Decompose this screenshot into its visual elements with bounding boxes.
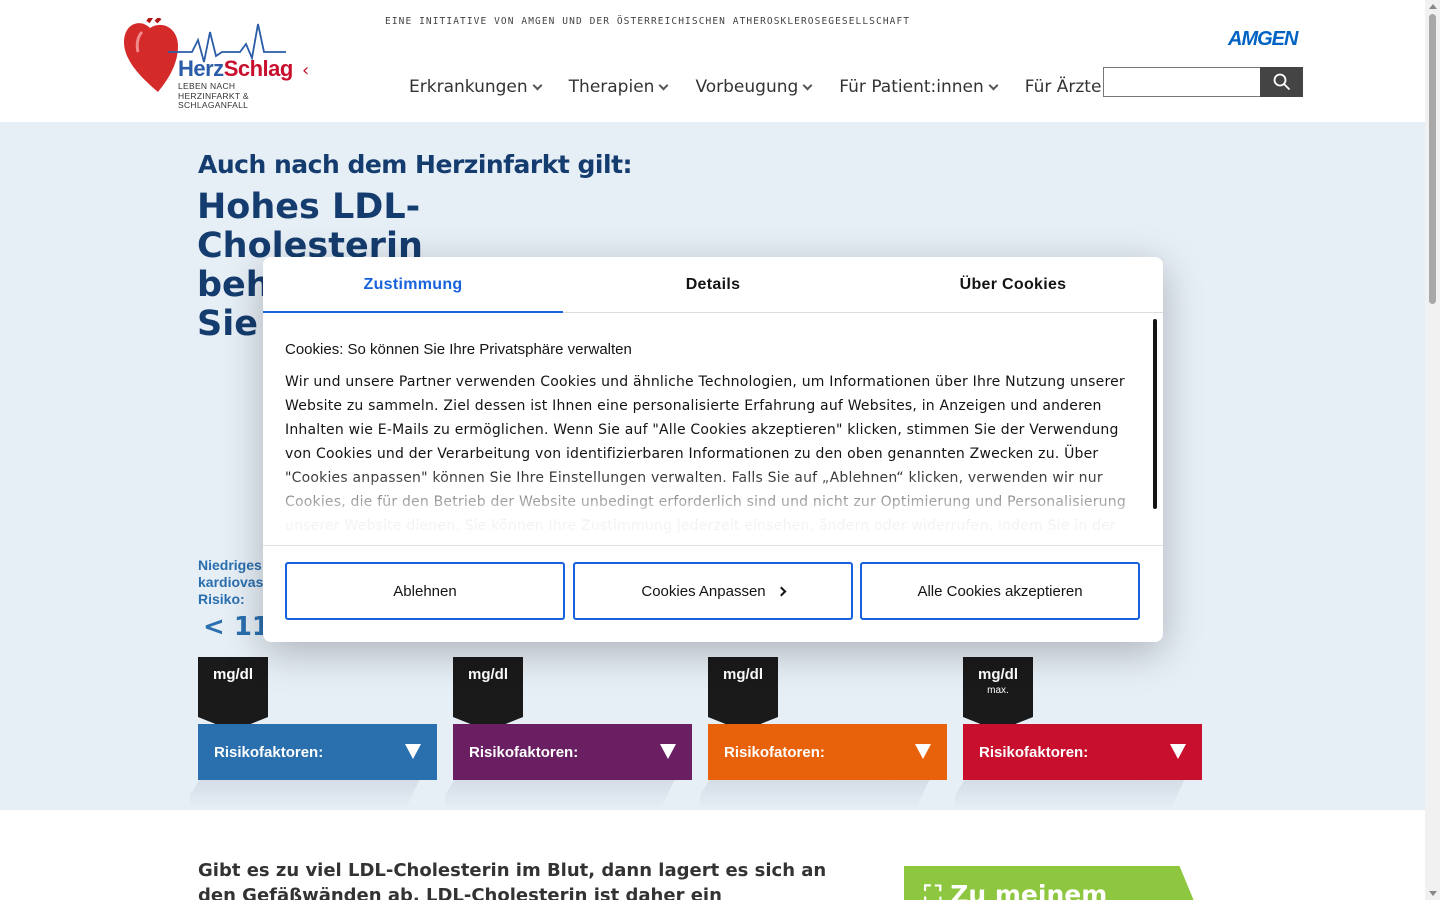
button-label: Ablehnen xyxy=(393,582,457,600)
card-shadow xyxy=(955,780,1185,810)
text-fade-overlay xyxy=(263,467,1143,545)
intro-text: Gibt es zu viel LDL-Cholesterin im Blut,… xyxy=(198,860,827,900)
button-label: Cookies Anpassen xyxy=(641,582,766,600)
nav-label: Für Ärzte xyxy=(1024,77,1102,97)
tab-zustimmung[interactable]: Zustimmung xyxy=(263,257,563,313)
risk-card-label: Risikofaktoren: xyxy=(214,743,324,761)
accept-all-cookies-button[interactable]: Alle Cookies akzeptieren xyxy=(860,562,1140,620)
nav-item-vorbeugung[interactable]: Vorbeugung xyxy=(681,74,825,100)
cookie-consent-dialog: Zustimmung Details Über Cookies Cookies:… xyxy=(263,257,1163,642)
triangle-down-icon xyxy=(1170,744,1186,759)
card-shadow xyxy=(700,780,930,810)
dialog-scrollbar[interactable] xyxy=(1153,319,1157,509)
amgen-logo[interactable]: AMGEN xyxy=(1228,28,1298,51)
chevron-down-icon xyxy=(802,80,813,90)
search-icon xyxy=(1273,73,1290,91)
tab-ueber-cookies[interactable]: Über Cookies xyxy=(863,257,1163,312)
nav-item-erkrankungen[interactable]: Erkrankungen xyxy=(395,74,555,100)
search-button[interactable] xyxy=(1260,67,1303,97)
cookie-tabs: Zustimmung Details Über Cookies xyxy=(263,257,1163,313)
nav-label: Therapien xyxy=(568,77,655,97)
risk-card-very-high[interactable]: Risikofaktoren: xyxy=(963,724,1202,780)
unit-badge-max: max. xyxy=(987,685,1009,696)
risk-card-label: Risikofatoren: xyxy=(724,743,825,761)
logo-wordmark-herz: Herz xyxy=(178,56,224,81)
triangle-down-icon xyxy=(405,744,421,759)
chevron-right-icon xyxy=(776,586,787,596)
logo-tagline-line: SCHLAGANFALL xyxy=(178,100,249,110)
risk-label-line: kardiovas xyxy=(198,574,264,590)
tab-details[interactable]: Details xyxy=(563,257,863,312)
triangle-down-icon xyxy=(915,744,931,759)
card-shadow xyxy=(190,780,420,810)
cta-label: Zu meinem xyxy=(950,880,1108,900)
page-scrollbar[interactable] xyxy=(1425,0,1440,900)
unit-badge: mg/dl xyxy=(708,657,778,731)
risk-card-label: Risikofaktoren: xyxy=(979,743,1089,761)
nav-label: Erkrankungen xyxy=(409,77,528,97)
calculator-icon: ⛶ xyxy=(924,880,942,900)
logo-wordmark-schlag: Schlag xyxy=(223,56,294,81)
reject-cookies-button[interactable]: Ablehnen xyxy=(285,562,565,620)
initiative-text: EINE INITIATIVE VON AMGEN UND DER ÖSTERR… xyxy=(385,16,911,27)
unit-badge-label: mg/dl xyxy=(723,666,763,683)
chevron-down-icon xyxy=(532,80,543,90)
nav-item-therapien[interactable]: Therapien xyxy=(555,74,682,100)
main-nav: Erkrankungen Therapien Vorbeugung Für Pa… xyxy=(395,74,1115,100)
hero-kicker: Auch nach dem Herzinfarkt gilt: xyxy=(198,150,633,179)
unit-badge: mg/dl xyxy=(198,657,268,731)
nav-item-fuer-patientinnen[interactable]: Für Patient:innen xyxy=(825,74,1010,100)
nav-item-fuer-aerzte[interactable]: Für Ärzte xyxy=(1011,74,1116,100)
customize-cookies-button[interactable]: Cookies Anpassen xyxy=(573,562,853,620)
risk-card-high[interactable]: Risikofatoren: xyxy=(708,724,947,780)
logo-wordmark: HerzSchlag xyxy=(178,56,293,82)
nav-label: Für Patient:innen xyxy=(839,77,984,97)
cta-button[interactable]: ⛶ Zu meinem xyxy=(904,866,1194,900)
risk-card-low[interactable]: Risikofaktoren: xyxy=(198,724,437,780)
scroll-down-icon[interactable] xyxy=(1429,891,1437,896)
cookie-heading: Cookies: So können Sie Ihre Privatsphäre… xyxy=(285,341,632,358)
scroll-up-icon[interactable] xyxy=(1429,4,1437,9)
cookie-actions: Ablehnen Cookies Anpassen Alle Cookies a… xyxy=(263,545,1163,642)
unit-badge-label: mg/dl xyxy=(978,666,1018,683)
risk-label: Niedriges kardiovas Risiko: xyxy=(198,557,268,608)
site-header: HerzSchlag LEBEN NACH HERZINFARKT & SCHL… xyxy=(0,0,1425,122)
risk-card-label: Risikofaktoren: xyxy=(469,743,579,761)
logo-tagline: LEBEN NACH HERZINFARKT & SCHLAGANFALL xyxy=(178,81,249,111)
risk-label-line: Risiko: xyxy=(198,591,245,607)
unit-badge: mg/dl max. xyxy=(963,657,1033,731)
triangle-down-icon xyxy=(660,744,676,759)
nav-label: Vorbeugung xyxy=(695,77,799,97)
button-label: Alle Cookies akzeptieren xyxy=(917,582,1083,600)
card-shadow xyxy=(445,780,675,810)
chevron-down-icon xyxy=(988,80,999,90)
risk-label-line: Niedriges xyxy=(198,557,262,573)
unit-badge-label: mg/dl xyxy=(468,666,508,683)
unit-badge-label: mg/dl xyxy=(213,666,253,683)
search-input[interactable] xyxy=(1103,67,1261,97)
herzschlag-logo[interactable]: HerzSchlag LEBEN NACH HERZINFARKT & SCHL… xyxy=(122,18,322,114)
risk-card-moderate[interactable]: Risikofaktoren: xyxy=(453,724,692,780)
chevron-down-icon xyxy=(658,80,669,90)
scrollbar-thumb[interactable] xyxy=(1429,14,1436,304)
chevron-left-icon[interactable]: ‹ xyxy=(302,60,309,81)
unit-badge: mg/dl xyxy=(453,657,523,731)
